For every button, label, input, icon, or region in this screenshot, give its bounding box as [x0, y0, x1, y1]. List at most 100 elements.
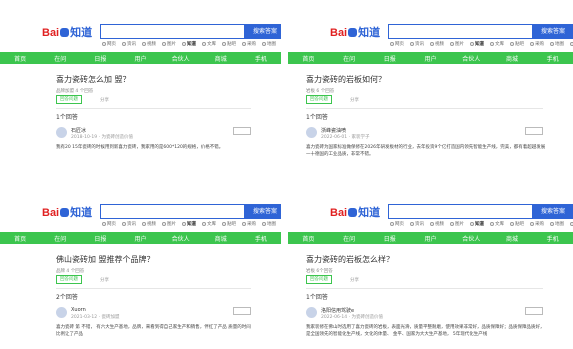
user-name[interactable]: 浙峰瓷油喷 [321, 127, 346, 134]
nav-item-4[interactable]: 合伙人 [451, 54, 492, 63]
search-input[interactable] [100, 204, 245, 219]
nav-item-6[interactable]: 手机 [241, 234, 281, 243]
tab-6[interactable]: 贴吧 [222, 222, 236, 227]
tab-1[interactable]: 资讯 [410, 42, 424, 47]
tab-8[interactable]: 地图 [262, 42, 276, 47]
tab-2[interactable]: 视频 [142, 42, 156, 47]
tab-0[interactable]: 网页 [102, 42, 116, 47]
user-name[interactable]: 洛阳信用驾驶e [321, 307, 354, 314]
tab-label: 贴吧 [227, 222, 236, 227]
tab-5[interactable]: 文库 [490, 222, 504, 227]
baidu-logo[interactable]: Bai 知道 [330, 204, 380, 220]
tab-6[interactable]: 贴吧 [222, 42, 236, 47]
user-avatar[interactable] [56, 307, 67, 318]
follow-button[interactable] [233, 307, 251, 315]
tab-8[interactable]: 地图 [550, 222, 564, 227]
nav-item-2[interactable]: 日报 [80, 54, 120, 63]
tab-2[interactable]: 视频 [430, 42, 444, 47]
nav-item-5[interactable]: 商城 [492, 234, 533, 243]
follow-button[interactable] [233, 127, 251, 135]
baidu-logo[interactable]: Bai 知道 [330, 24, 380, 40]
nav-item-0[interactable]: 首页 [0, 54, 40, 63]
nav-item-2[interactable]: 日报 [369, 54, 410, 63]
nav-item-2[interactable]: 日报 [369, 234, 410, 243]
tab-1[interactable]: 资讯 [410, 222, 424, 227]
share-link[interactable]: 分享 [100, 97, 109, 103]
nav-item-6[interactable]: 手机 [241, 54, 281, 63]
tab-3[interactable]: 图片 [450, 42, 464, 47]
nav-item-2[interactable]: 日报 [80, 234, 120, 243]
tab-4[interactable]: 知道 [470, 42, 484, 47]
nav-item-0[interactable]: 首页 [288, 54, 329, 63]
tab-1[interactable]: 资讯 [122, 222, 136, 227]
answer-button[interactable]: 回答问题 [56, 275, 82, 284]
nav-item-1[interactable]: 在问 [40, 54, 80, 63]
tab-3[interactable]: 图片 [162, 222, 176, 227]
tab-2[interactable]: 视频 [430, 222, 444, 227]
nav-item-5[interactable]: 商城 [492, 54, 533, 63]
share-link[interactable]: 分享 [350, 97, 359, 103]
nav-item-1[interactable]: 在问 [329, 234, 370, 243]
search-button[interactable]: 搜索答案 [533, 204, 573, 219]
search-input[interactable] [388, 204, 533, 219]
nav-item-6[interactable]: 手机 [532, 54, 573, 63]
tab-3[interactable]: 图片 [162, 42, 176, 47]
tab-2[interactable]: 视频 [142, 222, 156, 227]
nav-item-1[interactable]: 在问 [40, 234, 80, 243]
tab-7[interactable]: 采购 [530, 222, 544, 227]
tab-5[interactable]: 文库 [490, 42, 504, 47]
answer-button[interactable]: 回答问题 [306, 275, 332, 284]
tab-8[interactable]: 地图 [262, 222, 276, 227]
tab-7[interactable]: 采购 [530, 42, 544, 47]
tab-6[interactable]: 贴吧 [510, 222, 524, 227]
radio-icon [162, 42, 166, 46]
tab-0[interactable]: 网页 [390, 42, 404, 47]
tab-5[interactable]: 文库 [202, 42, 216, 47]
share-link[interactable]: 分享 [100, 277, 109, 283]
nav-item-6[interactable]: 手机 [532, 234, 573, 243]
nav-item-3[interactable]: 用户 [410, 234, 451, 243]
tab-4[interactable]: 知道 [182, 222, 196, 227]
user-avatar[interactable] [306, 127, 317, 138]
tab-0[interactable]: 网页 [390, 222, 404, 227]
share-link[interactable]: 分享 [350, 277, 359, 283]
baidu-logo[interactable]: Bai 知道 [42, 24, 92, 40]
tab-3[interactable]: 图片 [450, 222, 464, 227]
nav-item-3[interactable]: 用户 [410, 54, 451, 63]
answer-button[interactable]: 回答问题 [306, 95, 332, 104]
nav-item-3[interactable]: 用户 [120, 54, 160, 63]
nav-item-3[interactable]: 用户 [120, 234, 160, 243]
nav-item-0[interactable]: 首页 [288, 234, 329, 243]
nav-item-5[interactable]: 商城 [201, 54, 241, 63]
baidu-logo[interactable]: Bai 知道 [42, 204, 92, 220]
follow-button[interactable] [525, 307, 543, 315]
answer-button[interactable]: 回答问题 [56, 95, 82, 104]
tab-7[interactable]: 采购 [242, 42, 256, 47]
nav-item-5[interactable]: 商城 [201, 234, 241, 243]
radio-icon [470, 42, 474, 46]
tab-8[interactable]: 地图 [550, 42, 564, 47]
nav-item-1[interactable]: 在问 [329, 54, 370, 63]
tab-5[interactable]: 文库 [202, 222, 216, 227]
nav-item-4[interactable]: 合伙人 [161, 234, 201, 243]
user-name[interactable]: Xuorn [71, 307, 86, 313]
nav-item-4[interactable]: 合伙人 [451, 234, 492, 243]
tab-label: 地图 [555, 222, 564, 227]
tab-4[interactable]: 知道 [470, 222, 484, 227]
tab-0[interactable]: 网页 [102, 222, 116, 227]
follow-button[interactable] [525, 127, 543, 135]
tab-4[interactable]: 知道 [182, 42, 196, 47]
search-button[interactable]: 搜索答案 [245, 24, 281, 39]
user-avatar[interactable] [306, 307, 317, 318]
search-input[interactable] [100, 24, 245, 39]
user-avatar[interactable] [56, 127, 67, 138]
search-input[interactable] [388, 24, 533, 39]
nav-item-0[interactable]: 首页 [0, 234, 40, 243]
user-name[interactable]: 石匠冰 [71, 127, 86, 134]
tab-7[interactable]: 采购 [242, 222, 256, 227]
search-button[interactable]: 搜索答案 [245, 204, 281, 219]
tab-1[interactable]: 资讯 [122, 42, 136, 47]
tab-6[interactable]: 贴吧 [510, 42, 524, 47]
nav-item-4[interactable]: 合伙人 [161, 54, 201, 63]
search-button[interactable]: 搜索答案 [533, 24, 573, 39]
